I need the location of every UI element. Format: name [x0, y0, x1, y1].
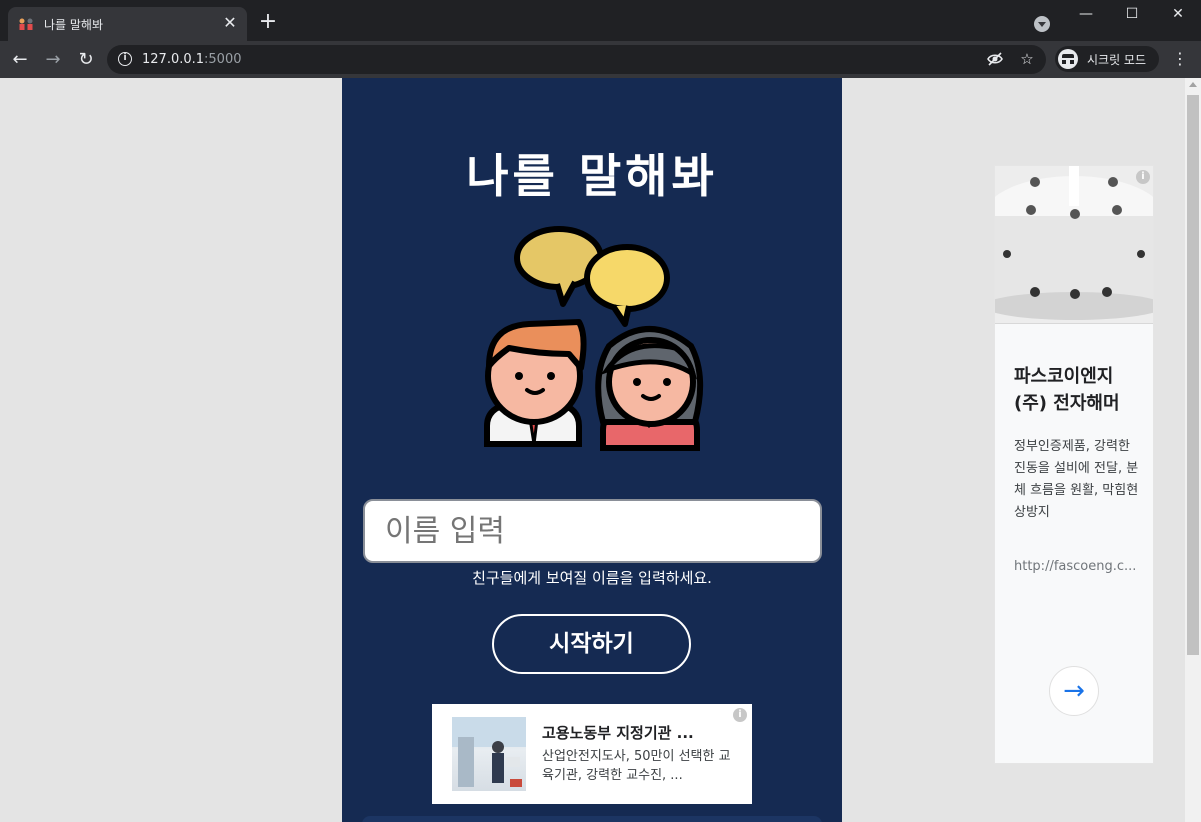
ad-info-icon[interactable]: i [733, 708, 747, 722]
reload-icon[interactable]: ↻ [74, 48, 98, 72]
forward-icon[interactable]: → [41, 48, 65, 72]
tab-bar: 나를 말해봐 ✕ + — ☐ ✕ [0, 0, 1201, 41]
url-port: :5000 [204, 52, 242, 67]
arrow-right-icon[interactable]: → [1049, 666, 1099, 716]
start-button[interactable]: 시작하기 [492, 614, 691, 674]
url-host: 127.0.0.1 [142, 52, 205, 67]
incognito-icon [1058, 49, 1078, 69]
name-hint: 친구들에게 보여질 이름을 입력하세요. [472, 569, 712, 587]
eye-off-icon[interactable] [986, 50, 1004, 68]
ad-title[interactable]: 파스코이엔지(주) 전자해머 [1014, 363, 1139, 417]
ad-product-image[interactable]: i [995, 166, 1153, 324]
scrollbar[interactable] [1185, 78, 1201, 822]
minimize-icon[interactable]: — [1063, 0, 1109, 28]
speech-bubble-icon [514, 226, 670, 327]
ad-description[interactable]: 정부인증제품, 강력한 진동을 설비에 전달, 분체 흐름을 원활, 막힘현상방… [1014, 436, 1139, 524]
scroll-up-icon[interactable] [1189, 82, 1197, 87]
incognito-badge[interactable]: 시크릿 모드 [1055, 46, 1159, 72]
favicon-icon [19, 18, 33, 30]
scroll-thumb[interactable] [1187, 95, 1199, 655]
page-title: 나를 말해봐 [466, 149, 718, 203]
ad-url[interactable]: http://fascoeng.c... [1014, 559, 1139, 574]
ad-thumbnail[interactable] [452, 717, 526, 791]
window-close-icon[interactable]: ✕ [1155, 0, 1201, 28]
back-icon[interactable]: ← [8, 48, 32, 72]
name-input[interactable] [363, 499, 822, 563]
boy-avatar-icon [484, 319, 587, 447]
app-bottom-card-edge [362, 816, 822, 822]
maximize-icon[interactable]: ☐ [1109, 0, 1155, 28]
girl-avatar-icon [595, 326, 704, 451]
ad-title[interactable]: 고용노동부 지정기관 ... [542, 722, 694, 743]
tab-title: 나를 말해봐 [44, 18, 104, 32]
close-icon[interactable]: ✕ [221, 14, 239, 32]
info-icon[interactable]: i [118, 52, 132, 66]
plus-icon[interactable]: + [258, 11, 278, 33]
menu-icon[interactable]: ⋮ [1172, 49, 1188, 69]
ad-description[interactable]: 산업안전지도사, 50만이 선택한 교육기관, 강력한 교수진, ... [542, 747, 742, 785]
side-ad-banner[interactable]: i 파스코이엔지(주) 전자해머 정부인증제품, 강력한 진동을 설비에 전달,… [994, 165, 1154, 764]
friends-chat-illustration [484, 226, 704, 451]
incognito-label: 시크릿 모드 [1087, 53, 1147, 67]
address-bar[interactable]: i 127.0.0.1:5000 ☆ [107, 45, 1046, 74]
browser-toolbar: ← → ↻ i 127.0.0.1:5000 ☆ 시크릿 모드 ⋮ [0, 41, 1201, 78]
app-panel: 나를 말해봐 이름 입력 친구들에게 보여질 이름을 입력하세요. 시작하기 고… [342, 78, 842, 822]
tab-search-icon[interactable] [1034, 16, 1050, 32]
bottom-ad-banner[interactable]: 고용노동부 지정기관 ... 산업안전지도사, 50만이 선택한 교육기관, 강… [432, 704, 752, 804]
page-viewport: 나를 말해봐 이름 입력 친구들에게 보여질 이름을 입력하세요. 시작하기 고… [0, 78, 1185, 822]
url-text[interactable]: 127.0.0.1:5000 [142, 52, 242, 67]
ad-info-icon[interactable]: i [1136, 170, 1150, 184]
star-icon[interactable]: ☆ [1018, 50, 1036, 68]
browser-tab[interactable]: 나를 말해봐 ✕ [8, 7, 247, 41]
